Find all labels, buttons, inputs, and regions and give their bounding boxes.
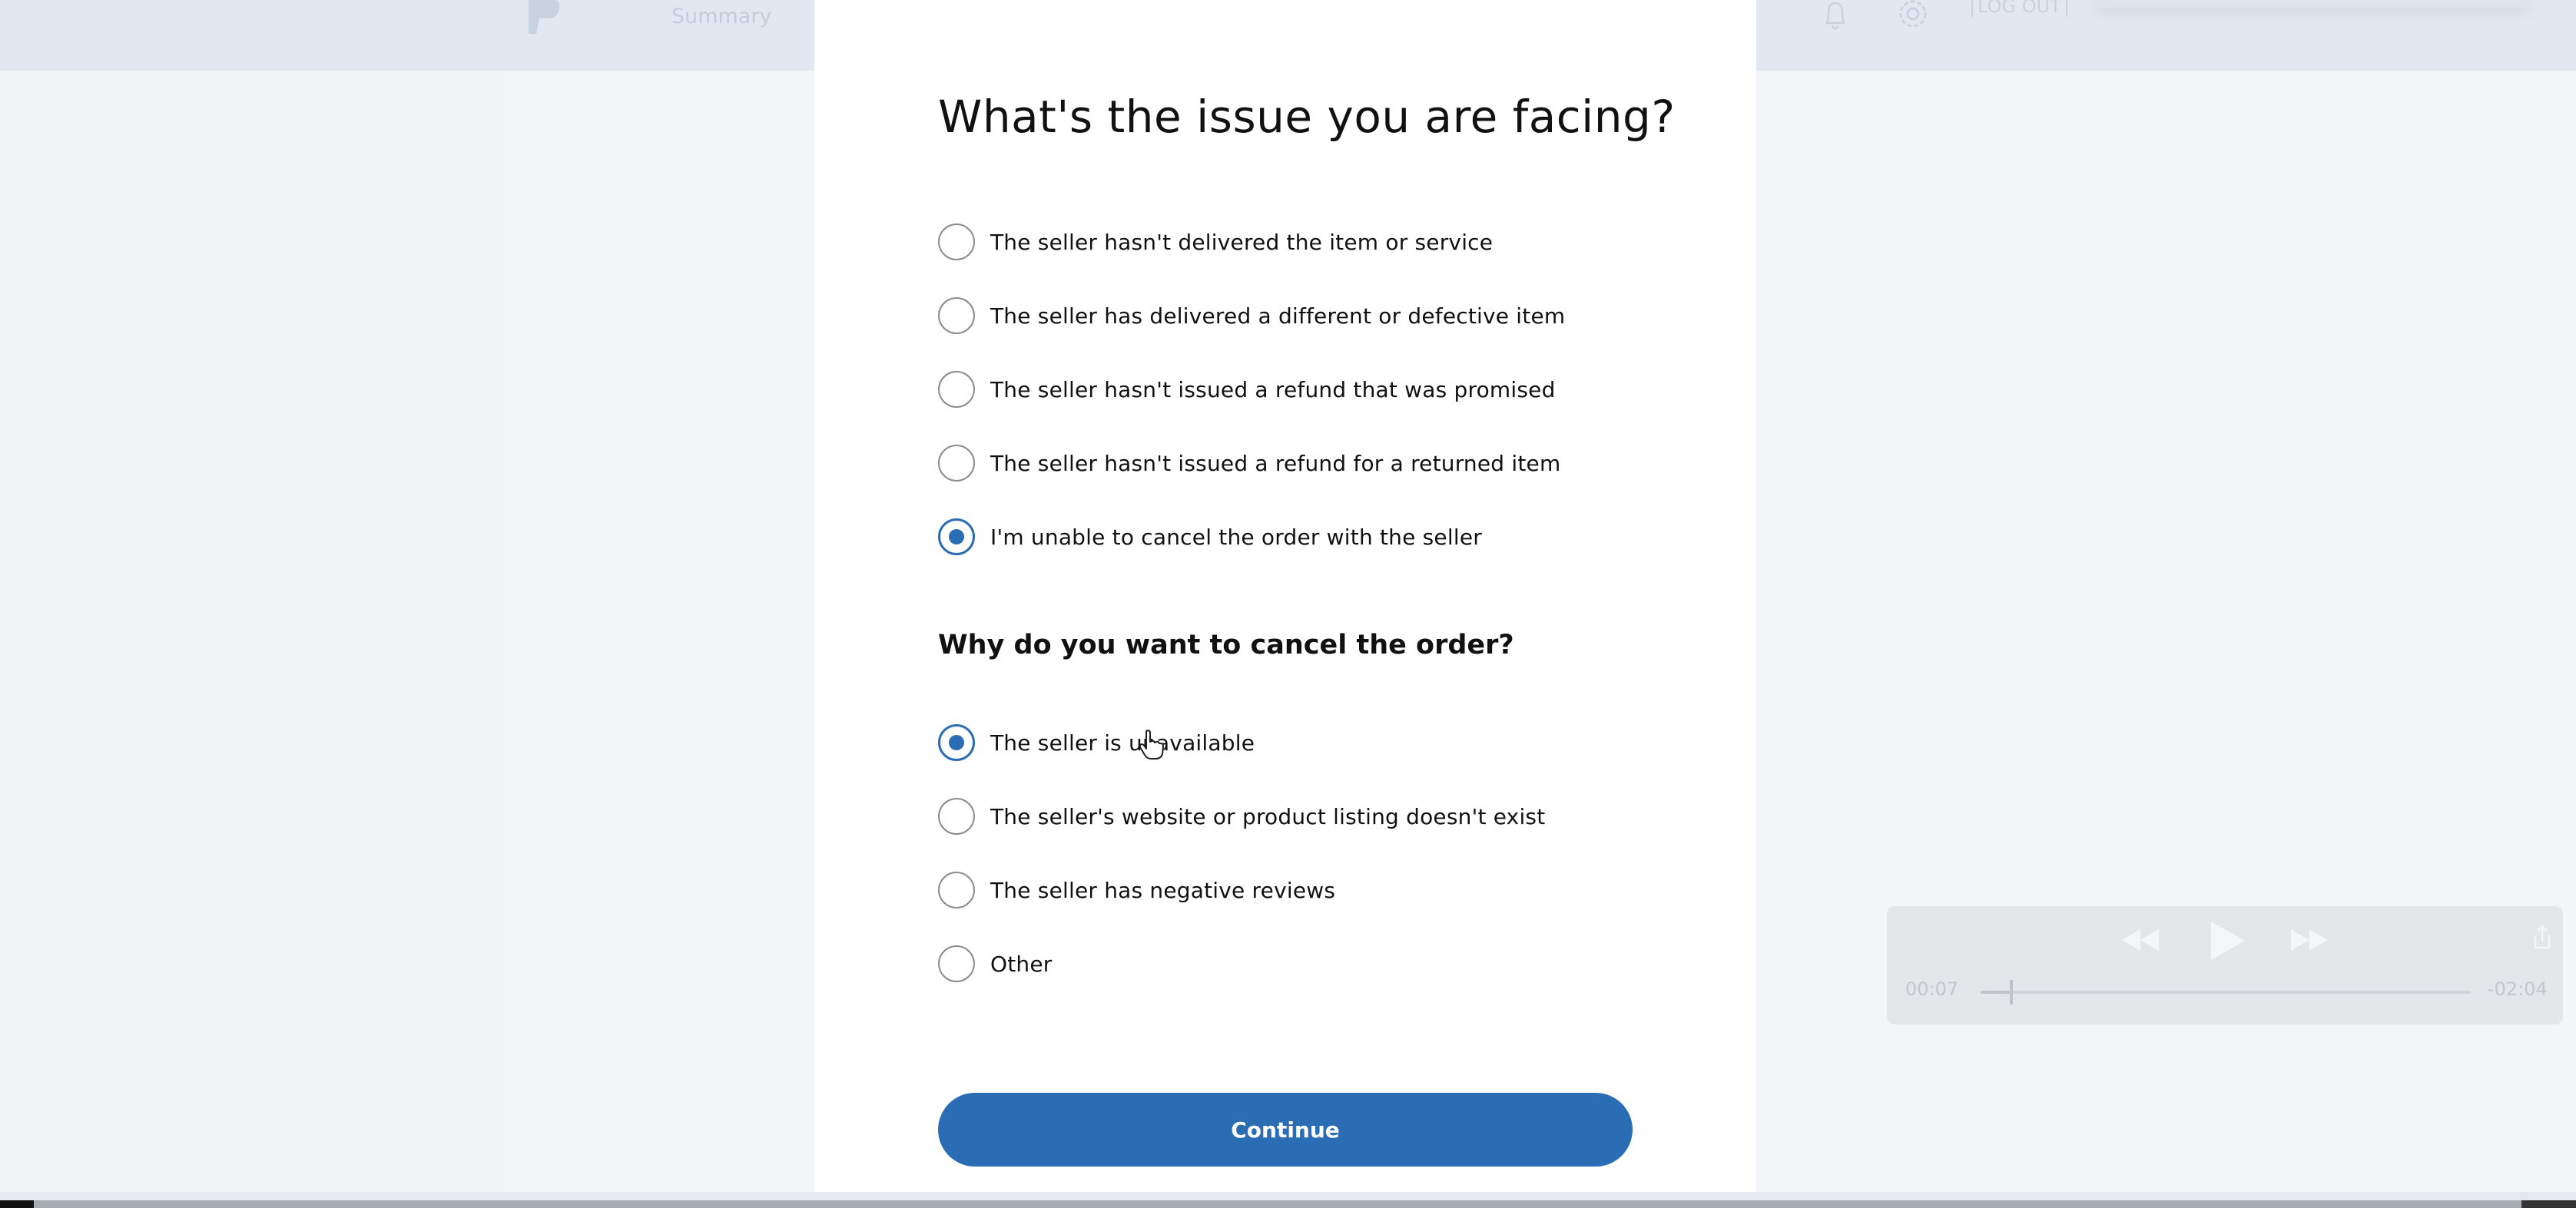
radio-button[interactable] <box>938 872 975 908</box>
radio-label: The seller's website or product listing … <box>990 803 1546 829</box>
issue-option-not-delivered[interactable]: The seller hasn't delivered the item or … <box>938 223 1493 261</box>
issue-option-unable-to-cancel[interactable]: I'm unable to cancel the order with the … <box>938 518 1482 556</box>
radio-button-selected[interactable] <box>938 724 975 761</box>
continue-button[interactable]: Continue <box>938 1093 1633 1167</box>
gear-icon[interactable] <box>1895 0 1931 32</box>
radio-button-selected[interactable] <box>938 518 975 555</box>
play-icon[interactable] <box>2208 920 2246 965</box>
radio-button[interactable] <box>938 945 975 982</box>
elapsed-time: 00:07 <box>1905 978 1959 1000</box>
radio-label: The seller has negative reviews <box>990 877 1336 903</box>
reason-option-website-missing[interactable]: The seller's website or product listing … <box>938 797 1545 836</box>
radio-button[interactable] <box>938 798 975 835</box>
rewind-icon[interactable] <box>2119 926 2162 957</box>
issue-option-defective-item[interactable]: The seller has delivered a different or … <box>938 296 1565 335</box>
modal-title: What's the issue you are facing? <box>938 91 1676 143</box>
radio-label: The seller has delivered a different or … <box>990 303 1566 329</box>
radio-label: The seller is unavailable <box>990 730 1255 756</box>
hand-pointer-icon <box>1139 730 1165 760</box>
radio-label: Other <box>990 951 1053 977</box>
left-panel <box>0 71 501 1192</box>
issue-option-refund-promised[interactable]: The seller hasn't issued a refund that w… <box>938 370 1556 409</box>
dispute-modal: What's the issue you are facing? The sel… <box>814 0 1756 1200</box>
paypal-logo-icon[interactable] <box>522 0 561 34</box>
share-icon[interactable] <box>2531 925 2554 954</box>
logout-link[interactable]: LOG OUT <box>1971 0 2067 17</box>
scrubber-handle[interactable] <box>2010 980 2013 1004</box>
radio-label: I'm unable to cancel the order with the … <box>990 524 1482 550</box>
bottom-bar-right-block <box>2521 1200 2576 1208</box>
media-player: 00:07 -02:04 <box>1887 906 2563 1024</box>
radio-label: The seller hasn't issued a refund that w… <box>990 376 1556 402</box>
radio-button[interactable] <box>938 371 975 408</box>
bottom-bar-left-block <box>0 1200 34 1208</box>
reason-option-other[interactable]: Other <box>938 945 1053 983</box>
radio-label: The seller hasn't issued a refund for a … <box>990 450 1561 476</box>
remaining-time: -02:04 <box>2488 978 2548 1000</box>
reason-heading: Why do you want to cancel the order? <box>938 630 1514 660</box>
reason-option-negative-reviews[interactable]: The seller has negative reviews <box>938 871 1335 909</box>
radio-button[interactable] <box>938 223 975 260</box>
radio-button[interactable] <box>938 445 975 482</box>
radio-button[interactable] <box>938 297 975 334</box>
bell-icon[interactable] <box>1819 0 1852 32</box>
header-dropdown-shadow <box>2097 0 2528 8</box>
issue-option-refund-returned[interactable]: The seller hasn't issued a refund for a … <box>938 444 1560 482</box>
bottom-scrollbar[interactable] <box>0 1200 2576 1208</box>
reason-option-seller-unavailable[interactable]: The seller is unavailable <box>938 723 1255 762</box>
nav-summary[interactable]: Summary <box>671 5 771 28</box>
scrubber-progress <box>1981 991 2010 994</box>
scrubber-track[interactable] <box>1981 980 2471 1004</box>
radio-label: The seller hasn't delivered the item or … <box>990 229 1494 255</box>
fast-forward-icon[interactable] <box>2288 926 2331 957</box>
